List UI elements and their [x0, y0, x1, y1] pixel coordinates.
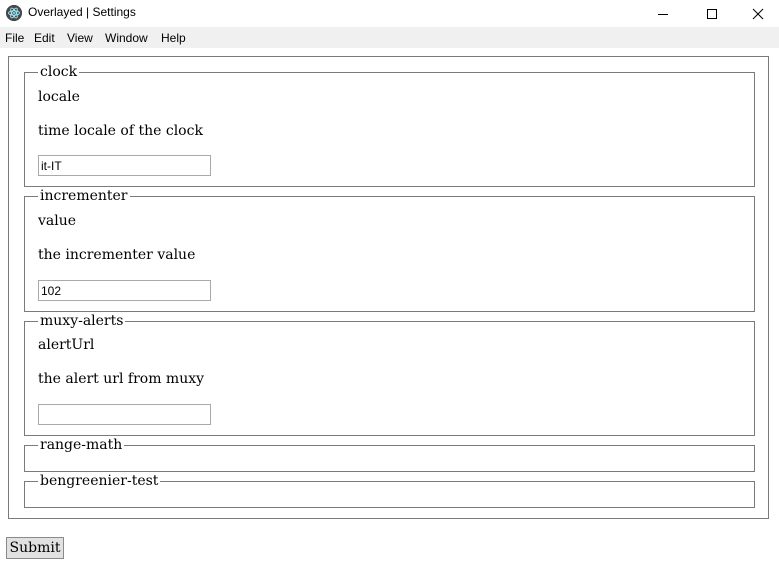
- section-legend: muxy-alerts: [38, 313, 126, 329]
- field-description: time locale of the clock: [38, 123, 203, 139]
- minimize-icon: [658, 13, 668, 15]
- field-label: alertUrl: [38, 337, 95, 353]
- section-range-math: range-math: [24, 437, 755, 472]
- maximize-button[interactable]: [689, 0, 735, 27]
- clock-locale-input[interactable]: [38, 155, 211, 176]
- electron-app-icon: [6, 5, 22, 21]
- field-label: value: [38, 213, 77, 229]
- window-title: Overlayed | Settings: [28, 5, 136, 19]
- window-titlebar: Overlayed | Settings: [0, 0, 779, 27]
- close-button[interactable]: [735, 0, 779, 27]
- close-icon: [752, 8, 764, 19]
- section-legend: range-math: [38, 437, 125, 453]
- muxy-alert-url-input[interactable]: [38, 404, 211, 425]
- minimize-button[interactable]: [640, 0, 686, 27]
- menu-bar: File Edit View Window Help: [0, 27, 779, 48]
- menu-view[interactable]: View: [67, 31, 93, 45]
- section-legend: incrementer: [38, 188, 130, 204]
- incrementer-value-input[interactable]: [38, 280, 211, 301]
- field-label: locale: [38, 89, 80, 105]
- section-legend: clock: [38, 64, 80, 80]
- section-bengreenier-test: bengreenier-test: [24, 473, 755, 508]
- submit-button[interactable]: Submit: [6, 537, 64, 559]
- section-incrementer: incrementer value the incrementer value: [24, 188, 755, 312]
- menu-window[interactable]: Window: [105, 31, 148, 45]
- field-description: the incrementer value: [38, 247, 196, 263]
- section-muxy-alerts: muxy-alerts alertUrl the alert url from …: [24, 313, 755, 436]
- field-description: the alert url from muxy: [38, 371, 205, 387]
- menu-help[interactable]: Help: [161, 31, 186, 45]
- section-legend: bengreenier-test: [38, 473, 161, 489]
- maximize-icon: [707, 8, 717, 19]
- menu-file[interactable]: File: [5, 31, 24, 45]
- section-clock: clock locale time locale of the clock: [24, 64, 755, 187]
- menu-edit[interactable]: Edit: [34, 31, 55, 45]
